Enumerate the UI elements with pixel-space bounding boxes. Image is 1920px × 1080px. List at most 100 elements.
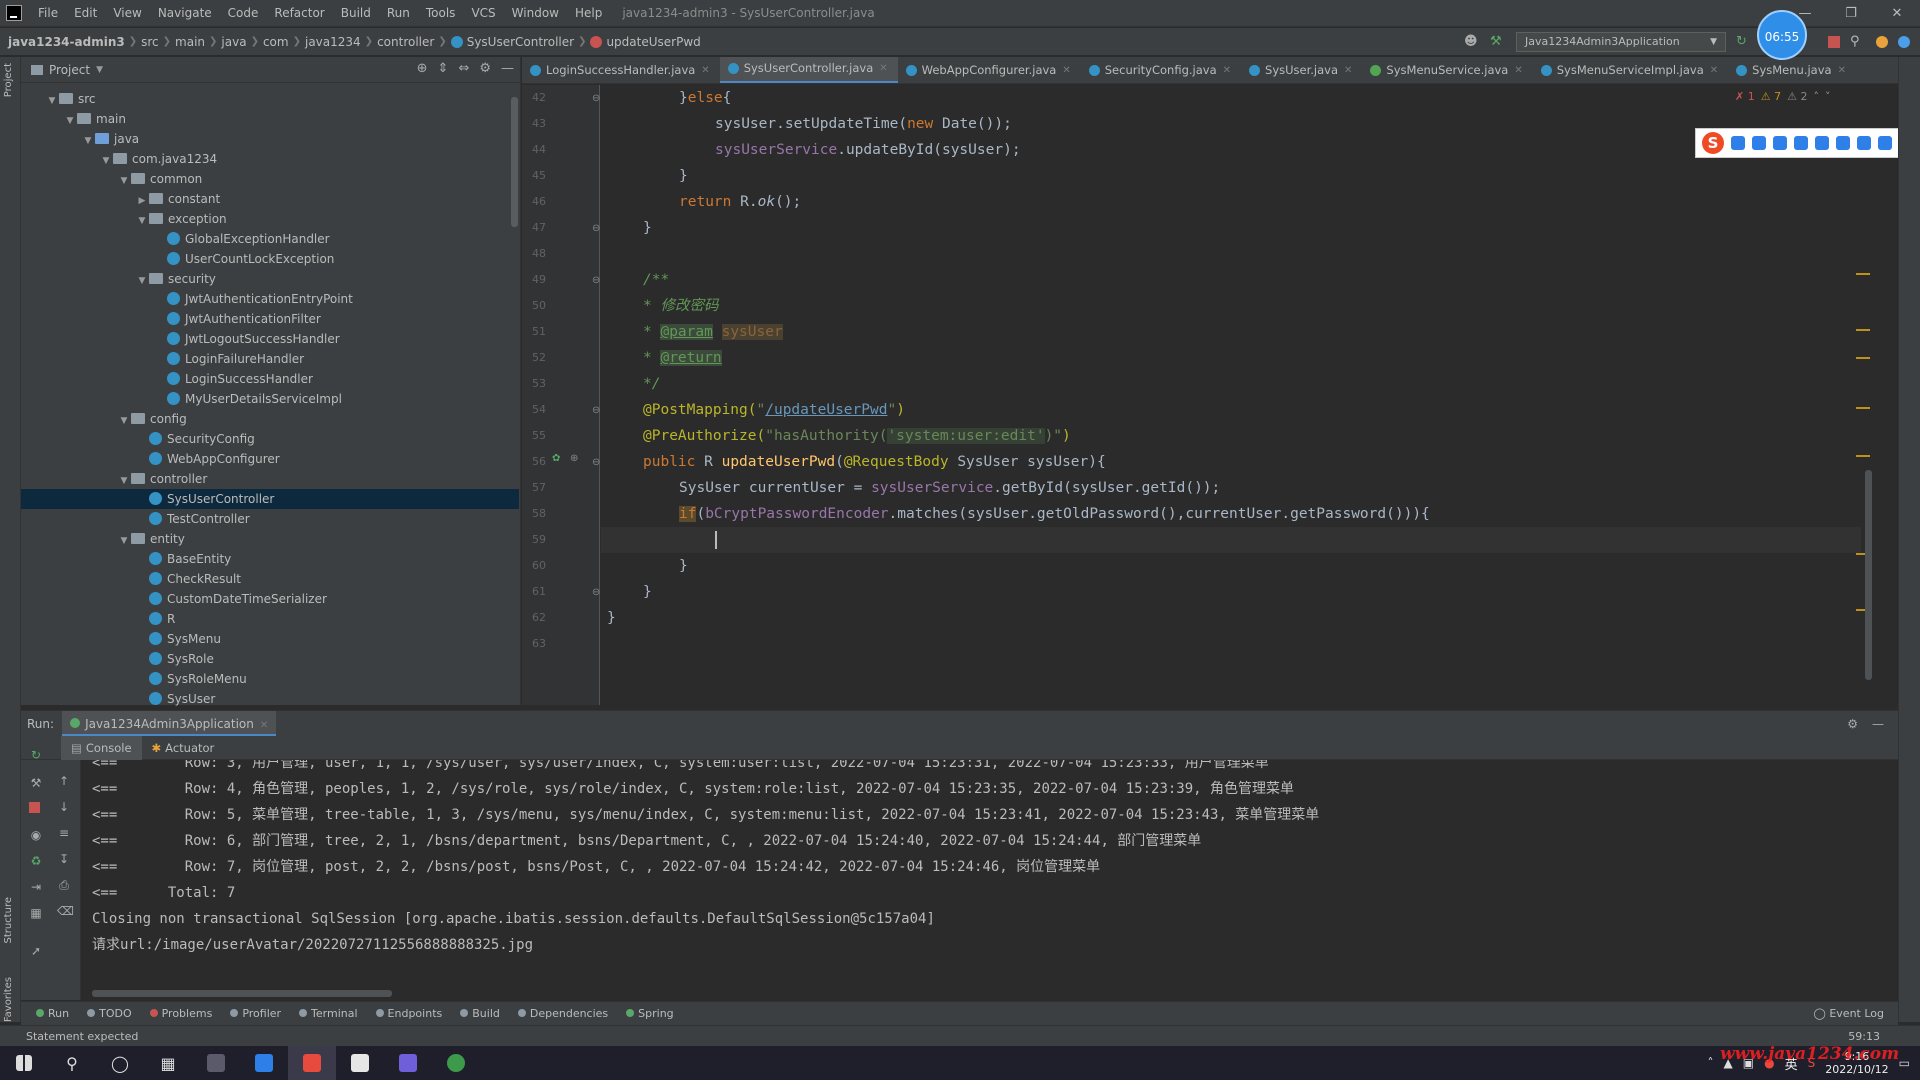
tree-item-folder[interactable]: ▼ java — [21, 129, 519, 149]
globe-icon[interactable]: ⊕ — [570, 453, 578, 464]
editor-tab[interactable]: WebAppConfigurer.java ✕ — [898, 57, 1081, 83]
fold-icon[interactable]: ⊖ — [592, 587, 600, 598]
editor-tab[interactable]: SysUser.java ✕ — [1241, 57, 1362, 83]
breadcrumb-project[interactable]: java1234-admin3 — [0, 35, 129, 49]
close-icon[interactable]: ✕ — [260, 720, 268, 731]
chevron-down-icon[interactable]: ▼ — [117, 531, 131, 551]
editor-tab[interactable]: SysMenuService.java ✕ — [1362, 57, 1532, 83]
tree-item-folder[interactable]: ▼ com.java1234 — [21, 149, 519, 169]
code-editor[interactable]: }else{ sysUser.setUpdateTime(new Date())… — [601, 85, 1861, 705]
editor-tab[interactable]: SysMenu.java ✕ — [1728, 57, 1856, 83]
warning-marker[interactable] — [1856, 329, 1870, 331]
close-icon[interactable]: ✕ — [1223, 57, 1231, 83]
soft-wrap-icon[interactable]: ≡ — [57, 826, 71, 840]
run-tab[interactable]: Java1234Admin3Application ✕ — [62, 710, 277, 737]
event-log[interactable]: ◯ Event Log — [1814, 1007, 1884, 1020]
tree-item-folder[interactable]: ▼ main — [21, 109, 519, 129]
ime-emoji-icon[interactable] — [1773, 136, 1787, 150]
expand-all-icon[interactable]: ⇕ — [438, 61, 449, 76]
line-number[interactable]: 49 — [522, 273, 546, 286]
line-number[interactable]: 48 — [522, 247, 546, 260]
plugin-icon[interactable] — [1898, 36, 1910, 48]
editor-tab[interactable]: LoginSuccessHandler.java ✕ — [522, 57, 720, 83]
notification-icon[interactable]: ▭ — [1899, 1056, 1910, 1070]
restore-layout-icon[interactable]: ♻ — [29, 854, 43, 868]
menu-window[interactable]: Window — [504, 6, 567, 20]
file-explorer-icon[interactable] — [336, 1046, 384, 1080]
tree-item-class[interactable]: UserCountLockException — [21, 249, 519, 269]
line-number[interactable]: 58 — [522, 507, 546, 520]
close-icon[interactable]: ✕ — [1874, 0, 1920, 27]
tree-item-class[interactable]: TestController — [21, 509, 519, 529]
chevron-down-icon[interactable]: ▼ — [99, 151, 113, 171]
line-number[interactable]: 52 — [522, 351, 546, 364]
menu-help[interactable]: Help — [567, 6, 610, 20]
favorites-tool-window-button[interactable]: Favorites — [3, 977, 14, 1022]
locate-icon[interactable]: ⊕ — [417, 61, 428, 76]
line-number[interactable]: 46 — [522, 195, 546, 208]
chevron-down-icon[interactable]: ▼ — [63, 111, 77, 131]
console-output[interactable]: <== Row: 3, 用户管理, user, 1, 1, /sys/user,… — [82, 760, 1898, 1000]
fold-icon[interactable]: ⊖ — [592, 457, 600, 468]
tree-item-class[interactable]: SysUser — [21, 689, 519, 709]
gear-icon[interactable]: ⚙ — [479, 61, 491, 76]
project-tool-window-button[interactable]: Project — [3, 63, 14, 97]
line-number[interactable]: 45 — [522, 169, 546, 182]
line-number[interactable]: 51 — [522, 325, 546, 338]
search-icon[interactable]: ⚲ — [48, 1046, 96, 1080]
tree-item-folder[interactable]: ▶ constant — [21, 189, 519, 209]
tool-build[interactable]: Build — [451, 1007, 509, 1020]
stop-icon[interactable] — [1828, 36, 1840, 48]
arrow-up-icon[interactable]: ↑ — [57, 774, 71, 788]
fold-icon[interactable]: ⊖ — [592, 223, 600, 234]
close-icon[interactable]: ✕ — [1838, 57, 1846, 83]
chevron-down-icon[interactable]: ▼ — [96, 65, 103, 75]
trash-icon[interactable]: ⌫ — [57, 904, 74, 918]
line-number[interactable]: 53 — [522, 377, 546, 390]
ime-menu-icon[interactable] — [1878, 136, 1892, 150]
tree-item-folder[interactable]: ▼ common — [21, 169, 519, 189]
tree-item-class[interactable]: JwtAuthenticationEntryPoint — [21, 289, 519, 309]
warning-marker[interactable] — [1856, 455, 1870, 457]
breadcrumb-java1234[interactable]: java1234 — [301, 35, 365, 49]
scroll-end-icon[interactable]: ↧ — [57, 852, 71, 866]
menu-run[interactable]: Run — [379, 6, 418, 20]
print-icon[interactable]: ⎙ — [57, 878, 71, 892]
warning-marker[interactable] — [1856, 273, 1870, 275]
tool-problems[interactable]: Problems — [141, 1007, 222, 1020]
line-number[interactable]: 60 — [522, 559, 546, 572]
structure-tool-window-button[interactable]: Structure — [3, 897, 14, 944]
line-number[interactable]: 44 — [522, 143, 546, 156]
layout-icon[interactable]: ▦ — [29, 906, 43, 920]
tree-item-class[interactable]: JwtLogoutSuccessHandler — [21, 329, 519, 349]
tool-endpoints[interactable]: Endpoints — [367, 1007, 452, 1020]
line-number[interactable]: 57 — [522, 481, 546, 494]
close-icon[interactable]: ✕ — [1344, 57, 1352, 83]
ime-mode-icon[interactable] — [1731, 136, 1745, 150]
app-icon-1[interactable] — [192, 1046, 240, 1080]
arrow-down-icon[interactable]: ↓ — [57, 800, 71, 814]
menu-vcs[interactable]: VCS — [463, 6, 503, 20]
tree-item-class[interactable]: SysRoleMenu — [21, 669, 519, 689]
gear-icon[interactable]: ⚙ — [1847, 717, 1858, 731]
tree-item-class[interactable]: CheckResult — [21, 569, 519, 589]
tree-item-folder[interactable]: ▼ config — [21, 409, 519, 429]
cortana-icon[interactable]: ◯ — [96, 1046, 144, 1080]
tree-item-folder[interactable]: ▼ controller — [21, 469, 519, 489]
fold-icon[interactable]: ⊖ — [592, 405, 600, 416]
chevron-down-icon[interactable]: ▼ — [117, 471, 131, 491]
chevron-down-icon[interactable]: ▼ — [135, 271, 149, 291]
tree-item-folder[interactable]: ▼ security — [21, 269, 519, 289]
user-icon[interactable]: ☻ — [1464, 34, 1480, 50]
console-scrollbar[interactable] — [92, 990, 392, 997]
menu-file[interactable]: File — [30, 6, 66, 20]
project-tree-scrollbar[interactable] — [511, 97, 518, 227]
warning-marker[interactable] — [1856, 357, 1870, 359]
chevron-right-icon[interactable]: ▶ — [135, 191, 149, 211]
line-number[interactable]: 61 — [522, 585, 546, 598]
app-icon-3[interactable] — [384, 1046, 432, 1080]
clock-badge[interactable]: 06:55 — [1757, 10, 1807, 60]
close-icon[interactable]: ✕ — [1062, 57, 1070, 83]
pin-icon[interactable]: ➚ — [29, 944, 43, 958]
tree-item-class[interactable]: GlobalExceptionHandler — [21, 229, 519, 249]
